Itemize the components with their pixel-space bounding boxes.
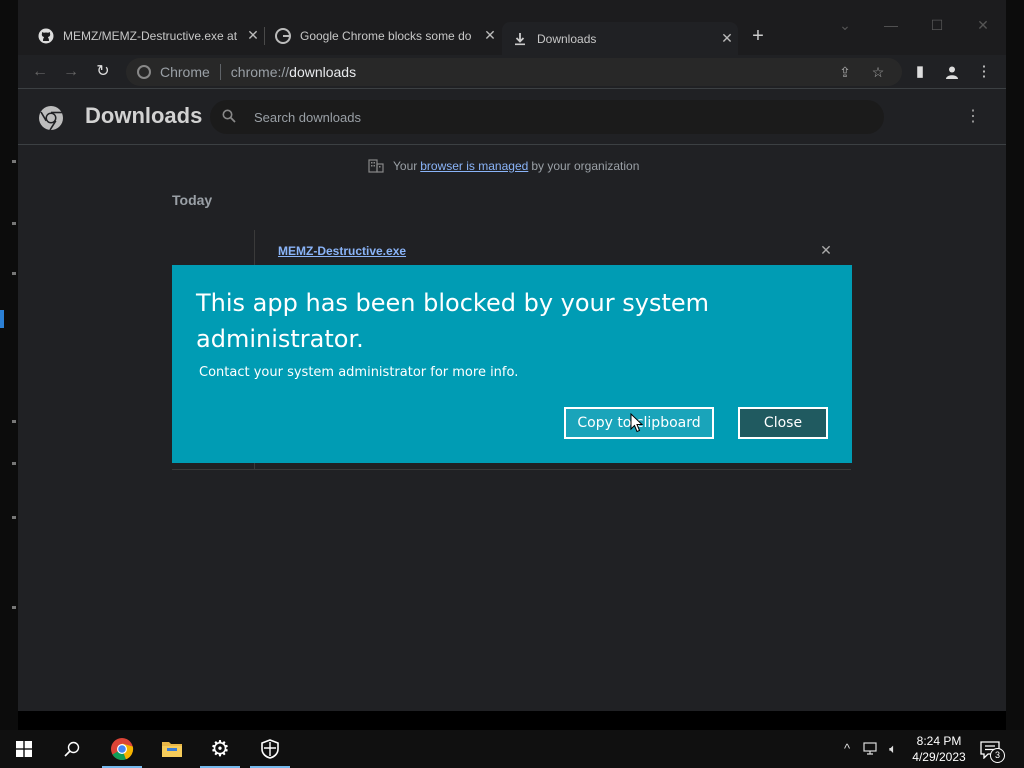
- taskbar-chrome[interactable]: [98, 730, 146, 768]
- volume-icon[interactable]: 🔈︎: [884, 739, 902, 759]
- desktop-mark: [12, 222, 16, 225]
- search-icon: [64, 741, 80, 757]
- close-button[interactable]: Close: [738, 407, 828, 439]
- gear-icon: ⚙: [210, 736, 230, 761]
- tab-strip: MEMZ/MEMZ-Destructive.exe at ✕ Google Ch…: [18, 0, 1006, 55]
- url-path: downloads: [289, 64, 357, 80]
- chrome-site-icon: [137, 65, 151, 79]
- desktop-mark: [12, 160, 16, 163]
- desktop-mark: [12, 462, 16, 465]
- mouse-cursor-icon: [630, 412, 644, 433]
- back-button[interactable]: ←: [27, 59, 53, 85]
- managed-notice: Your browser is managed by your organiza…: [368, 159, 639, 173]
- notification-count-badge: 3: [990, 748, 1005, 763]
- search-box: [210, 100, 884, 134]
- close-icon[interactable]: ✕: [242, 27, 264, 44]
- tab-search-chevron-icon[interactable]: ⌄: [834, 14, 856, 36]
- github-icon: [38, 28, 54, 44]
- tab-title: Google Chrome blocks some do: [300, 28, 472, 43]
- desktop-mark: [12, 272, 16, 275]
- chrome-menu-icon[interactable]: ⋮: [972, 59, 996, 85]
- page-title: Downloads: [85, 103, 203, 128]
- tab-google-article[interactable]: Google Chrome blocks some do ✕: [265, 22, 501, 49]
- search-input[interactable]: [254, 109, 854, 125]
- clock-time: 8:24 PM: [916, 734, 962, 748]
- date-header: Today: [172, 192, 213, 208]
- share-icon[interactable]: ⇪: [834, 61, 856, 83]
- desktop-background-left: [0, 0, 18, 730]
- download-file-link[interactable]: MEMZ-Destructive.exe: [278, 244, 406, 258]
- taskbar-windows-security[interactable]: [246, 730, 294, 768]
- desktop-accent: [0, 310, 4, 328]
- profile-icon[interactable]: [940, 59, 964, 85]
- clock-date: 4/29/2023: [912, 750, 966, 764]
- taskbar: ⚙ ^ 🔈︎ 8:24 PM 4/29/2023 3: [0, 730, 1024, 768]
- network-icon[interactable]: [862, 739, 880, 759]
- address-bar[interactable]: Chrome chrome:// downloads ⇪ ☆: [126, 58, 902, 86]
- chevron-up-icon[interactable]: ^: [838, 739, 856, 759]
- desktop-background-right: [1006, 0, 1024, 730]
- search-icon: [222, 109, 242, 126]
- tab-downloads[interactable]: Downloads ✕: [502, 22, 738, 55]
- maximize-button[interactable]: ☐: [926, 14, 948, 36]
- taskbar-settings[interactable]: ⚙: [196, 730, 244, 768]
- tab-title: MEMZ/MEMZ-Destructive.exe at: [63, 28, 238, 43]
- blocked-app-dialog: This app has been blocked by your system…: [172, 265, 852, 463]
- chrome-logo-icon: [38, 105, 64, 131]
- minimize-button[interactable]: —: [880, 14, 902, 36]
- url-scheme: chrome://: [230, 64, 290, 80]
- managed-prefix: Your: [393, 159, 418, 173]
- forward-button[interactable]: →: [58, 59, 84, 85]
- chrome-icon: [111, 738, 134, 761]
- downloads-menu-icon[interactable]: ⋮: [962, 106, 984, 128]
- window-close-button[interactable]: ✕: [972, 14, 994, 36]
- dialog-title: This app has been blocked by your system…: [196, 289, 710, 353]
- close-icon[interactable]: ✕: [479, 27, 501, 44]
- reload-button[interactable]: ↻: [90, 59, 116, 85]
- side-panel-icon[interactable]: ▮: [908, 59, 932, 85]
- system-clock[interactable]: 8:24 PM 4/29/2023: [902, 733, 976, 765]
- start-button[interactable]: [0, 730, 48, 768]
- browser-managed-link[interactable]: browser is managed: [420, 159, 528, 173]
- search-button[interactable]: [48, 730, 96, 768]
- desktop-mark: [12, 516, 16, 519]
- tab-title: Downloads: [537, 31, 597, 46]
- browser-toolbar: ← → ↻ Chrome chrome:// downloads ⇪ ☆ ▮ ⋮: [18, 55, 1006, 89]
- downloads-header: Downloads ⋮: [18, 90, 1006, 145]
- new-tab-button[interactable]: +: [746, 24, 770, 48]
- close-icon[interactable]: ✕: [716, 30, 738, 47]
- omnibox-divider: [219, 64, 221, 80]
- folder-icon: [162, 742, 182, 757]
- google-icon: [275, 27, 291, 44]
- remove-download-icon[interactable]: ✕: [817, 242, 835, 260]
- taskbar-file-explorer[interactable]: [148, 730, 196, 768]
- desktop-mark: [12, 420, 16, 423]
- bookmark-star-icon[interactable]: ☆: [867, 61, 889, 83]
- shield-icon: [261, 739, 279, 759]
- desktop-mark: [12, 606, 16, 609]
- windows-logo-icon: [16, 741, 32, 757]
- managed-suffix: by your organization: [531, 159, 640, 173]
- tab-github[interactable]: MEMZ/MEMZ-Destructive.exe at ✕: [28, 22, 264, 49]
- dialog-message: Contact your system administrator for mo…: [199, 365, 519, 380]
- site-chip-label: Chrome: [160, 64, 210, 80]
- download-icon: [512, 31, 528, 47]
- building-icon: [368, 159, 384, 173]
